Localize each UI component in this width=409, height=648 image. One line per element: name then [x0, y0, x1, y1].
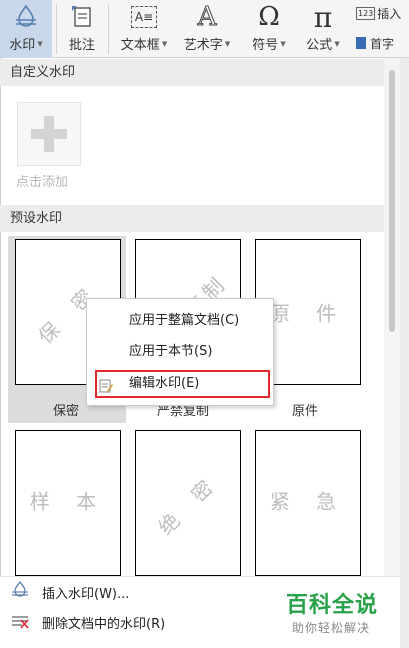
add-watermark-label: 点击添加 — [16, 175, 69, 190]
wordart-icon: A — [197, 0, 217, 34]
preset-watermark-sample[interactable]: 样 本 — [15, 430, 121, 576]
chevron-down-icon: ▼ — [224, 39, 231, 48]
insert-number-button[interactable]: 123 插入 — [356, 2, 401, 24]
comment-icon — [69, 0, 95, 34]
ribbon: 水印 ▼ 批注 A≡ 文本框 ▼ A 艺术字 ▼ Ω 符号 ▼ π 公式 ▼ 1… — [0, 0, 409, 58]
number-icon: 123 — [356, 6, 376, 20]
chevron-down-icon: ▼ — [334, 39, 340, 48]
window-edge — [400, 58, 409, 648]
pi-glyph: π — [313, 0, 333, 34]
preset-watermark-urgent[interactable]: 紧 急 — [255, 430, 361, 576]
textbox-icon: A≡ — [131, 0, 157, 34]
menu-item-apply-section[interactable]: 应用于本节(S) — [87, 339, 273, 365]
symbol-button[interactable]: Ω 符号 ▼ — [246, 0, 292, 58]
drop-cap-button[interactable]: 首字 — [356, 32, 394, 54]
preset-watermark-header: 预设水印 — [0, 205, 384, 232]
omega-icon: Ω — [258, 0, 280, 34]
ribbon-divider — [108, 4, 109, 54]
menu-item-apply-document[interactable]: 应用于整篇文档(C) — [87, 308, 273, 334]
wordart-button[interactable]: A 艺术字 ▼ — [180, 0, 234, 58]
custom-watermark-header: 自定义水印 — [0, 59, 384, 86]
delete-watermark-label: 删除文档中的水印(R) — [42, 616, 166, 632]
watermark-preview-text: 原 件 — [269, 301, 347, 326]
chevron-down-icon: ▼ — [37, 39, 43, 48]
preset-context-menu: 应用于整篇文档(C) 应用于本节(S) 编辑水印(E) — [86, 298, 274, 406]
brand-logo-text: 百科全说 — [286, 593, 379, 618]
menu-item-edit-watermark[interactable]: 编辑水印(E) — [87, 371, 273, 397]
brand-subtitle: 助你轻松解决 — [292, 621, 371, 635]
textbox-label: 文本框 — [120, 38, 160, 53]
drop-cap-icon — [356, 37, 366, 49]
panel-scrollbar[interactable] — [384, 58, 400, 576]
plus-icon — [31, 116, 67, 152]
watermark-icon — [10, 580, 30, 603]
preset-watermark-top-secret[interactable]: 绝 密 — [135, 430, 241, 576]
omega-glyph: Ω — [258, 2, 280, 32]
edit-watermark-label: 编辑水印(E) — [129, 376, 200, 391]
delete-watermark-button[interactable]: 删除文档中的水印(R) — [10, 610, 165, 634]
add-watermark-button[interactable] — [17, 102, 81, 166]
insert-watermark-button[interactable]: 插入水印(W)... — [10, 580, 129, 604]
watermark-icon — [13, 0, 39, 34]
insert-watermark-label: 插入水印(W)... — [42, 586, 130, 602]
comment-label: 批注 — [68, 38, 95, 53]
insert-group: 123 插入 首字 — [356, 2, 409, 58]
watermark-preview-text: 绝 密 — [153, 468, 225, 540]
watermark-button[interactable]: 水印 ▼ — [0, 0, 52, 58]
scrollbar-thumb[interactable] — [389, 70, 395, 332]
watermark-preview-text: 样 本 — [29, 489, 107, 514]
watermark-label: 水印 — [9, 38, 36, 53]
formula-button[interactable]: π 公式 ▼ — [298, 0, 348, 58]
preset-name: 保密 — [53, 404, 80, 419]
ribbon-divider — [56, 4, 57, 54]
drop-cap-label: 首字 — [370, 36, 395, 51]
comment-button[interactable]: 批注 — [60, 0, 104, 58]
textbox-icon-glyph: A≡ — [131, 6, 157, 28]
textbox-button[interactable]: A≡ 文本框 ▼ — [114, 0, 174, 58]
edit-watermark-icon — [99, 377, 113, 403]
chevron-down-icon: ▼ — [161, 39, 168, 48]
watermark-preview-text: 紧 急 — [269, 489, 347, 514]
delete-watermark-icon — [10, 611, 30, 633]
insert-label: 插入 — [377, 6, 402, 21]
symbol-label: 符号 — [252, 38, 279, 53]
preset-name: 原件 — [292, 404, 319, 419]
chevron-down-icon: ▼ — [280, 39, 286, 48]
pi-icon: π — [314, 0, 332, 34]
wordart-label: 艺术字 — [183, 38, 223, 53]
formula-label: 公式 — [306, 38, 333, 53]
wordart-icon-glyph: A — [197, 2, 217, 33]
